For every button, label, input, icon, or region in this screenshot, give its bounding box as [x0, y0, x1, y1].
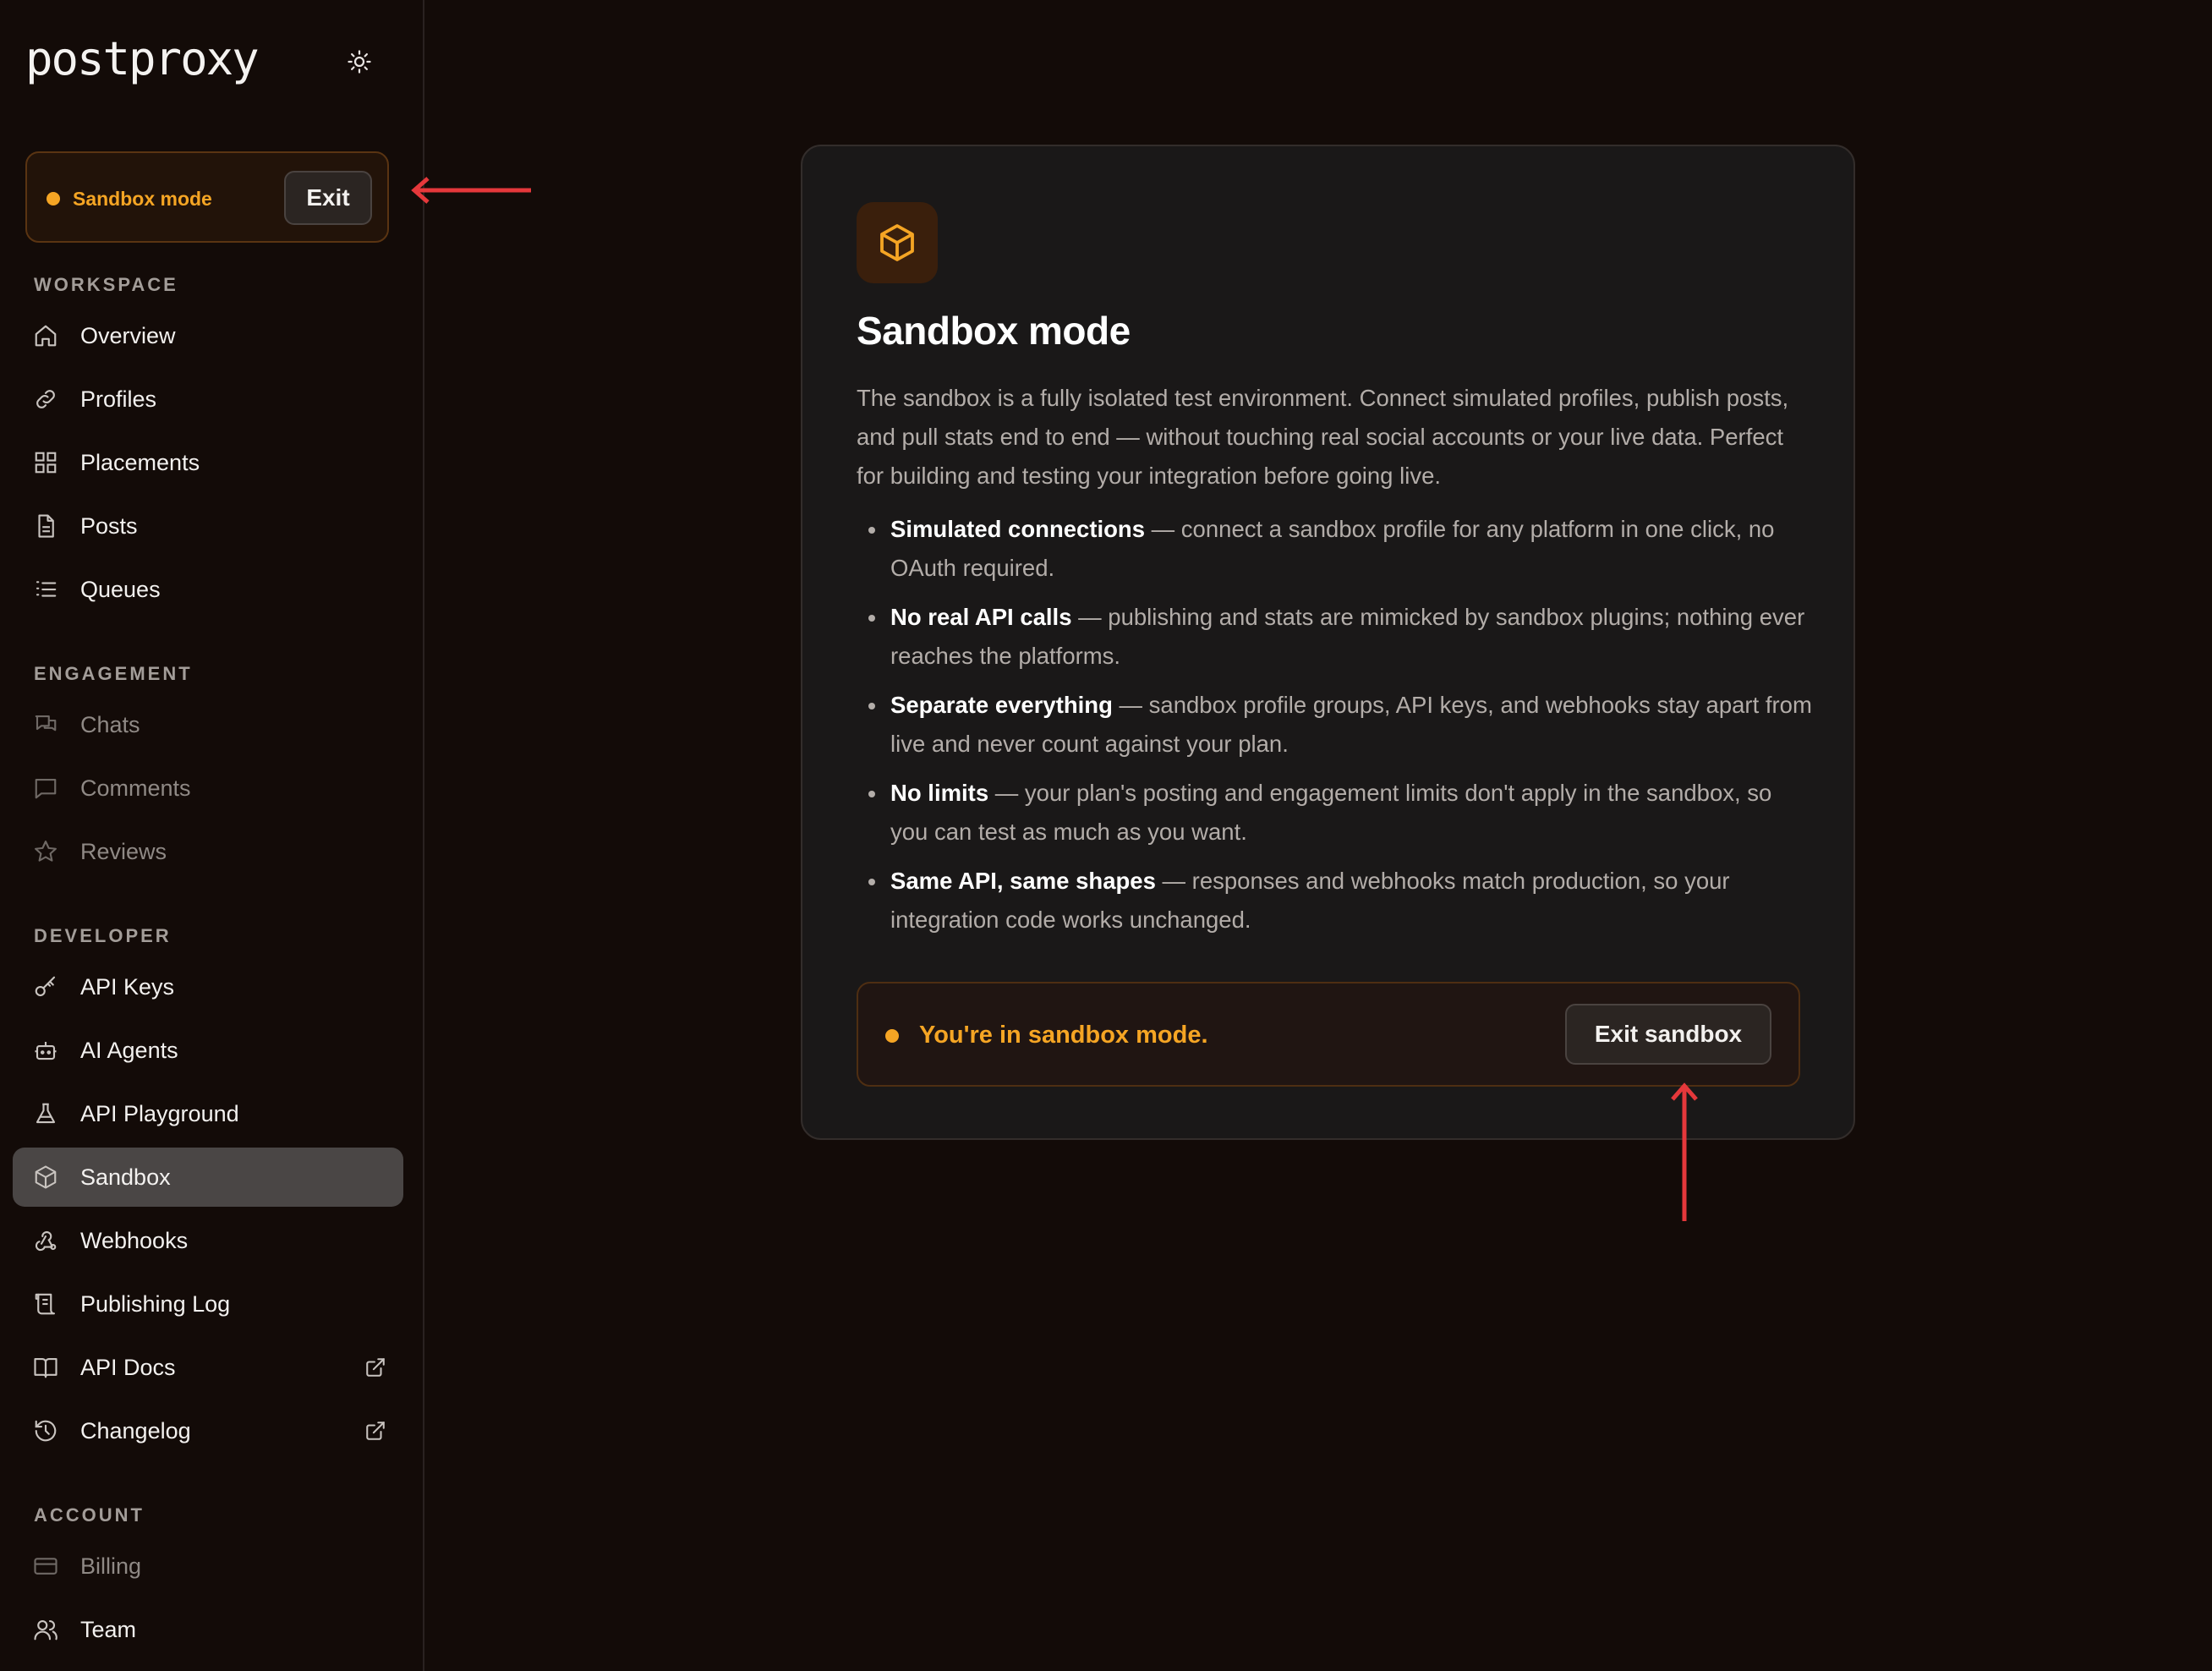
sidebar-item-reviews[interactable]: Reviews [13, 822, 403, 881]
page-title: Sandbox mode [857, 309, 1131, 353]
robot-icon [35, 1042, 57, 1060]
sandbox-info-card: Sandbox mode The sandbox is a fully isol… [801, 145, 1855, 1140]
bullet [868, 879, 875, 885]
annotation-arrow-left [411, 177, 531, 204]
list-item: Separate everything — sandbox profile gr… [857, 686, 1812, 764]
sidebar-item-placements[interactable]: Placements [13, 433, 403, 492]
sidebar-item-profiles[interactable]: Profiles [13, 370, 403, 429]
chats-icon [35, 715, 57, 731]
credit-card-icon [34, 1558, 57, 1575]
section-title-developer: DEVELOPER [34, 925, 172, 946]
exit-sandbox-pill-button[interactable]: Exit [284, 171, 372, 225]
feature-title: Same API, same shapes [890, 868, 1156, 894]
sandbox-status-dot [885, 1029, 899, 1043]
list-icon [36, 581, 57, 597]
sandbox-mode-label: Sandbox mode [73, 188, 212, 210]
sidebar-item-label: Billing [80, 1553, 142, 1579]
section-title-account: ACCOUNT [34, 1504, 145, 1526]
sidebar-item-api-playground[interactable]: API Playground [13, 1084, 403, 1143]
webhook-icon [35, 1231, 57, 1252]
sidebar-item-label: Queues [80, 577, 161, 602]
feature-title: Simulated connections [890, 516, 1146, 542]
external-link-icon [366, 1358, 385, 1377]
list-item: Same API, same shapes — responses and we… [857, 862, 1812, 940]
sidebar-item-label: Comments [80, 775, 191, 801]
feature-text: — your plan's posting and engagement lim… [890, 780, 1772, 845]
sun-icon [348, 50, 371, 74]
bullet [868, 791, 875, 797]
cube-icon [880, 224, 914, 261]
exit-sandbox-button[interactable]: Exit sandbox [1565, 1004, 1771, 1065]
sandbox-status-text: You're in sandbox mode. [919, 1022, 1208, 1049]
sidebar-item-team[interactable]: Team [13, 1600, 403, 1659]
feature-list: Simulated connections — connect a sandbo… [857, 510, 1812, 950]
sidebar-item-label: Team [80, 1617, 137, 1642]
sandbox-status-dot [47, 192, 60, 205]
sidebar-item-label: Chats [80, 712, 140, 737]
sidebar-item-chats[interactable]: Chats [13, 695, 403, 754]
sidebar-item-sandbox[interactable]: Sandbox [13, 1148, 403, 1207]
comment-icon [35, 778, 57, 799]
app-logo[interactable]: postproxy [25, 32, 260, 86]
link-icon [36, 390, 55, 408]
sidebar-item-api-keys[interactable]: API Keys [13, 957, 403, 1016]
sidebar-item-queues[interactable]: Queues [13, 560, 403, 619]
sidebar-item-billing[interactable]: Billing [13, 1537, 403, 1596]
list-item: No limits — your plan's posting and enga… [857, 774, 1812, 852]
sidebar-item-label: Sandbox [80, 1164, 171, 1190]
users-icon [34, 1619, 57, 1641]
key-icon [35, 976, 56, 997]
sidebar-item-label: Profiles [80, 386, 157, 412]
flask-icon [36, 1103, 56, 1124]
home-icon [35, 325, 57, 347]
sandbox-description: The sandbox is a fully isolated test env… [857, 385, 1789, 489]
sidebar-item-label: Posts [80, 513, 138, 539]
card-icon-tile [857, 202, 938, 283]
sidebar-item-label: API Keys [80, 974, 175, 1000]
sidebar-item-publishing-log[interactable]: Publishing Log [13, 1274, 403, 1334]
feature-title: Separate everything [890, 692, 1113, 718]
sidebar: postproxy Sandbox mode Exit WORKSPACE Ov… [0, 0, 424, 1671]
document-icon [38, 514, 54, 538]
sidebar-item-label: Overview [80, 323, 176, 348]
bullet [868, 527, 875, 534]
list-item: No real API calls — publishing and stats… [857, 598, 1812, 676]
sidebar-item-label: API Playground [80, 1101, 239, 1126]
bullet [868, 615, 875, 622]
sidebar-item-ai-agents[interactable]: AI Agents [13, 1021, 403, 1080]
sidebar-item-api-docs[interactable]: API Docs [13, 1338, 403, 1397]
sidebar-item-label: Webhooks [80, 1228, 189, 1253]
sandbox-mode-banner: Sandbox mode Exit [25, 151, 389, 243]
history-icon [35, 1420, 57, 1442]
sidebar-item-overview[interactable]: Overview [13, 306, 403, 365]
sidebar-item-label: Reviews [80, 839, 167, 864]
sandbox-status-bar: You're in sandbox mode. Exit sandbox [857, 982, 1800, 1087]
book-icon [34, 1357, 57, 1378]
sidebar-item-label: API Docs [80, 1355, 176, 1380]
annotation-arrow-up [1671, 1082, 1698, 1221]
scroll-icon [35, 1293, 56, 1315]
sidebar-item-comments[interactable]: Comments [13, 759, 403, 818]
sidebar-item-label: Placements [80, 450, 200, 475]
grid-icon [35, 452, 57, 474]
feature-title: No limits [890, 780, 989, 806]
sidebar-item-webhooks[interactable]: Webhooks [13, 1211, 403, 1270]
star-icon [35, 841, 57, 862]
sidebar-item-label: AI Agents [80, 1038, 178, 1063]
list-item: Simulated connections — connect a sandbo… [857, 510, 1812, 588]
feature-title: No real API calls [890, 604, 1072, 630]
external-link-icon [366, 1422, 385, 1440]
sidebar-item-changelog[interactable]: Changelog [13, 1401, 403, 1460]
theme-toggle-button[interactable] [340, 42, 379, 81]
cube-icon [35, 1165, 57, 1189]
section-title-workspace: WORKSPACE [34, 274, 178, 295]
sidebar-item-label: Changelog [80, 1418, 191, 1444]
bullet [868, 703, 875, 709]
sidebar-item-posts[interactable]: Posts [13, 496, 403, 556]
sidebar-item-label: Publishing Log [80, 1291, 231, 1317]
section-title-engagement: ENGAGEMENT [34, 663, 193, 684]
